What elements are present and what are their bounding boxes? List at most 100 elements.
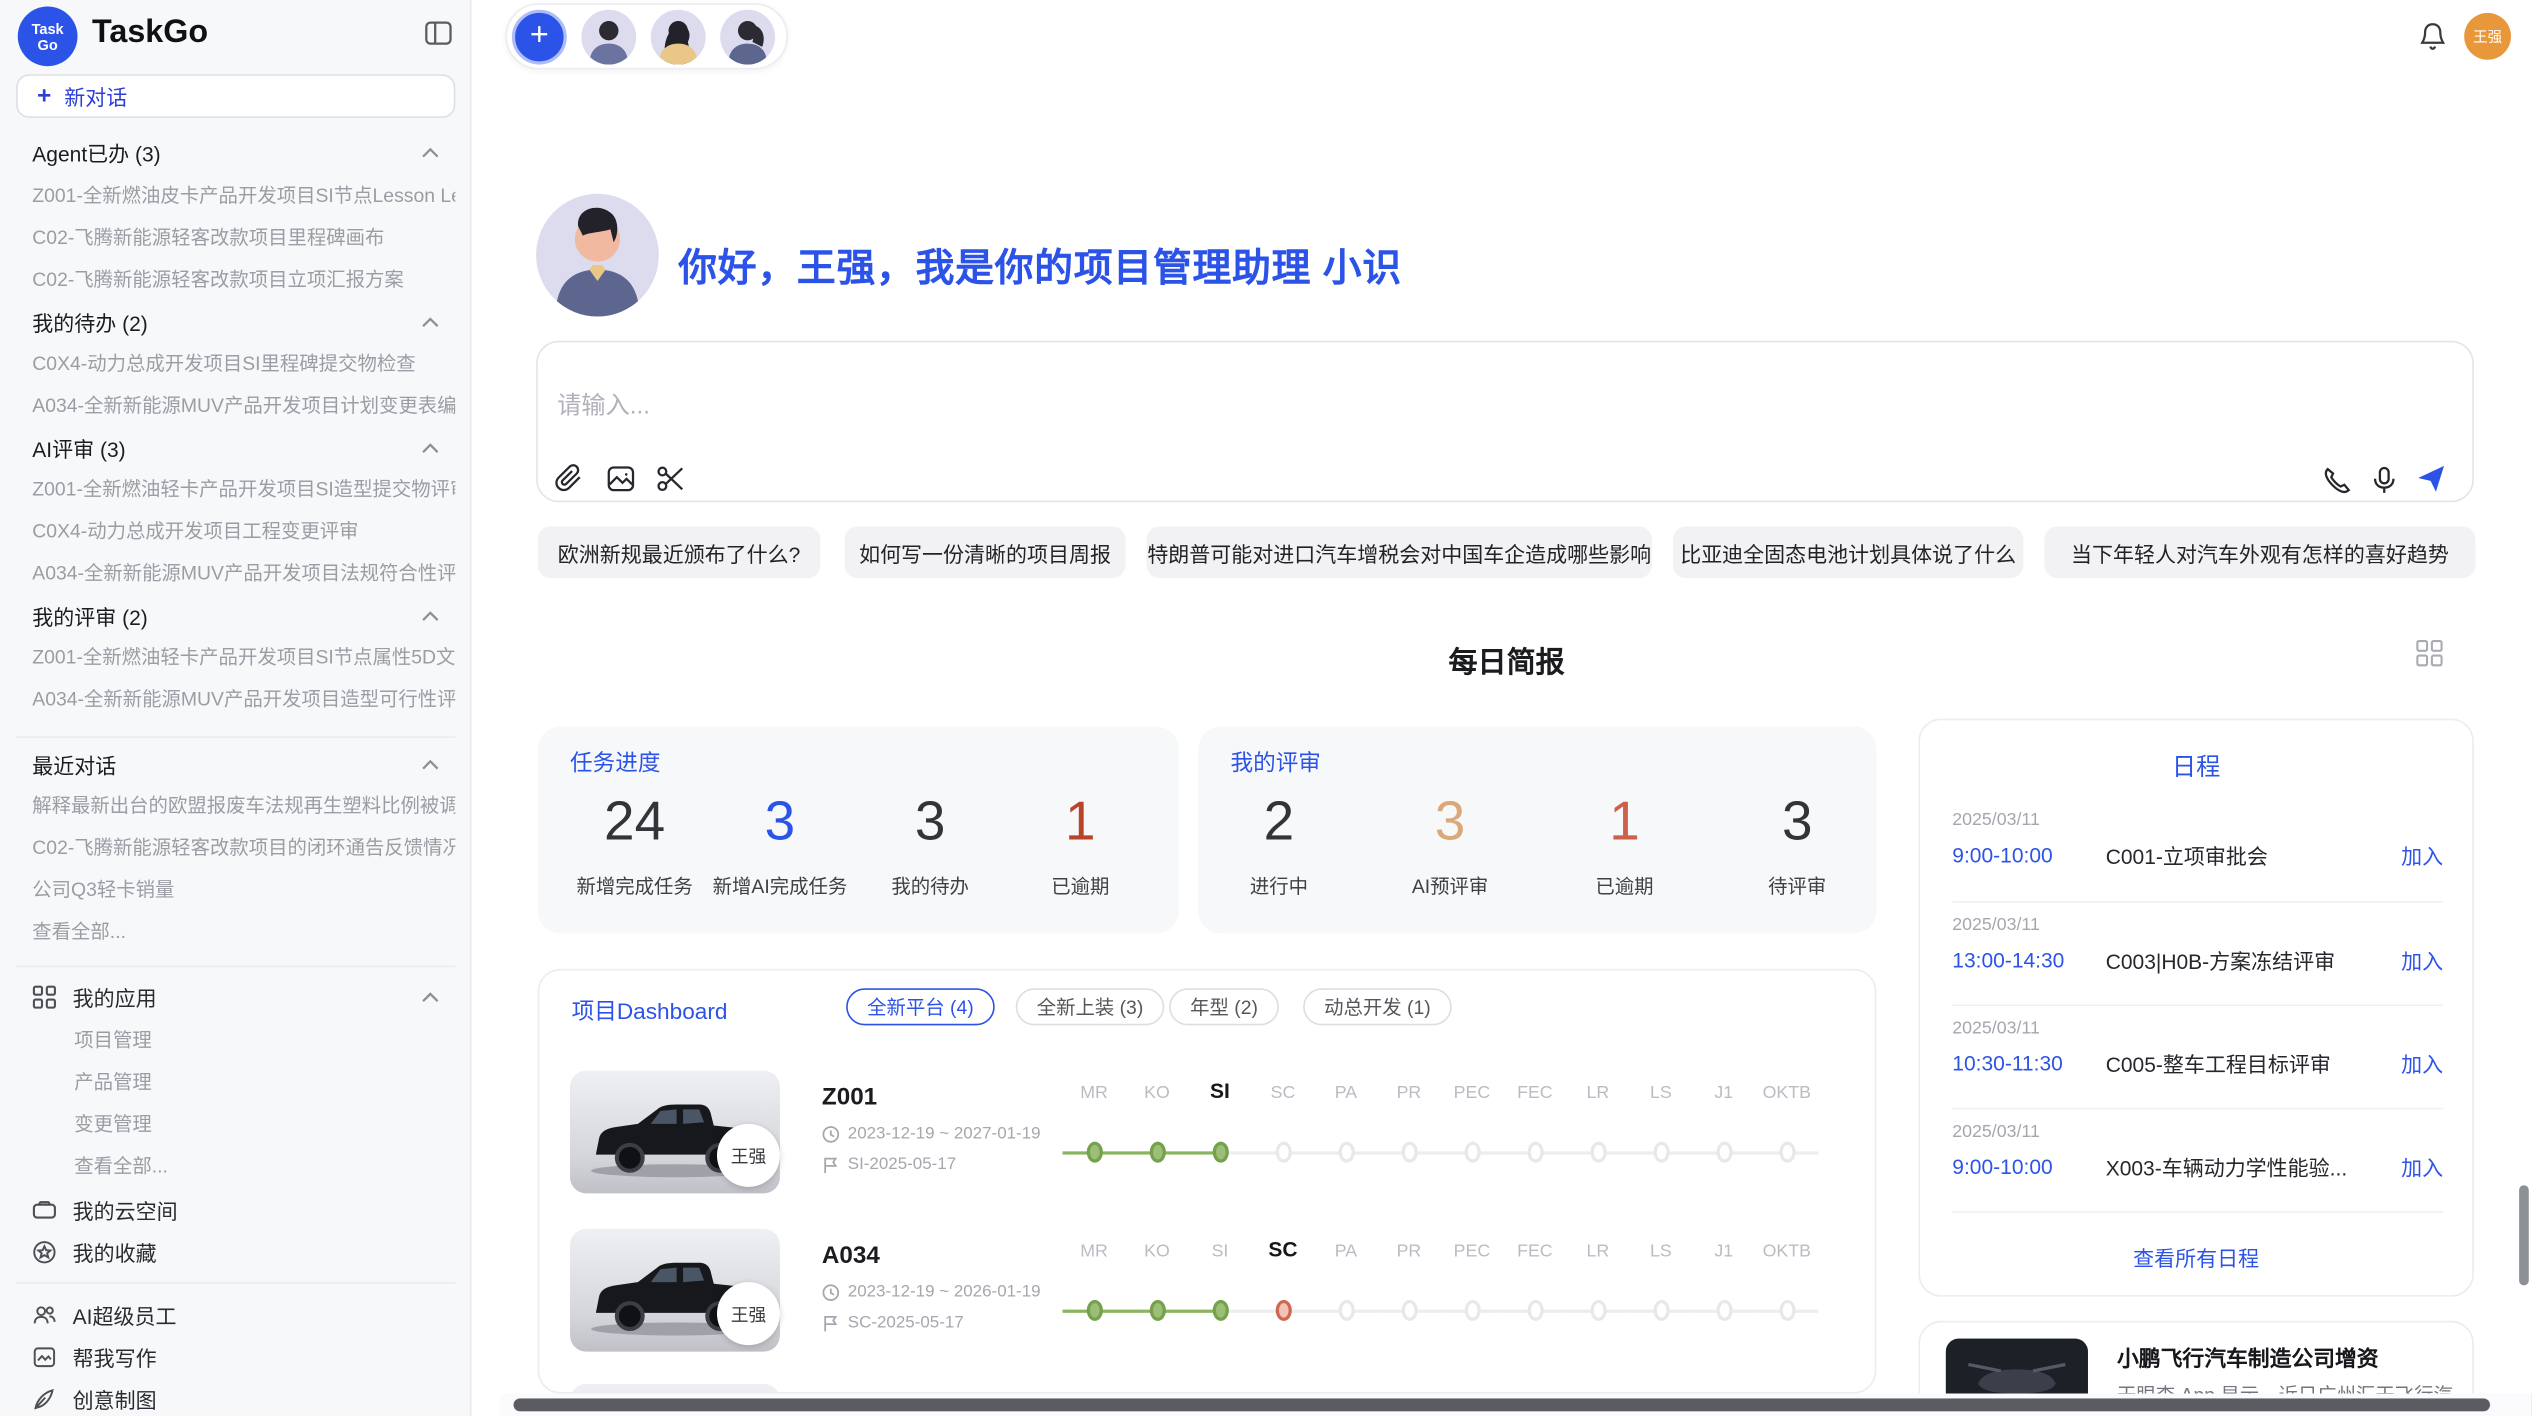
- section-recent-chats[interactable]: 最近对话: [32, 749, 439, 780]
- horizontal-scrollbar-thumb[interactable]: [514, 1398, 2491, 1411]
- milestone-node: [1527, 1300, 1543, 1321]
- microphone-icon[interactable]: [2369, 465, 2400, 496]
- sidebar-item-favorites[interactable]: 我的收藏: [32, 1237, 439, 1268]
- scissors-icon[interactable]: [656, 463, 687, 494]
- sidebar-task-item[interactable]: C0X4-动力总成开发项目SI里程碑提交物检查: [32, 349, 455, 376]
- chevron-up-icon[interactable]: [421, 317, 439, 328]
- sidebar-task-item[interactable]: A034-全新新能源MUV产品开发项目造型可行性评审: [32, 685, 455, 712]
- milestone-KO: KO: [1126, 1242, 1189, 1336]
- stat-label: AI预评审: [1353, 872, 1547, 899]
- section-my-review[interactable]: 我的评审 (2): [32, 601, 439, 632]
- chevron-up-icon[interactable]: [421, 610, 439, 621]
- milestone-label: J1: [1692, 1084, 1755, 1103]
- recent-chat-item[interactable]: 解释最新出台的欧盟报废车法规再生塑料比例被调至15%...: [32, 791, 455, 818]
- new-chat-button[interactable]: + 新对话: [16, 74, 455, 118]
- sidebar-task-item[interactable]: A034-全新新能源MUV产品开发项目计划变更表编写: [32, 391, 455, 418]
- notifications-bell-icon[interactable]: [2417, 21, 2448, 52]
- view-all-chats-link[interactable]: 查看全部...: [32, 917, 455, 944]
- contact-avatar[interactable]: [581, 9, 636, 64]
- app-link-change-mgmt[interactable]: 变更管理: [74, 1109, 445, 1136]
- sidebar-item-my-apps[interactable]: 我的应用: [32, 982, 439, 1013]
- join-link[interactable]: 加入: [2401, 945, 2443, 976]
- sidebar-item-creative-drawing[interactable]: 创意制图: [32, 1384, 439, 1415]
- chat-input[interactable]: [554, 391, 2007, 422]
- phone-call-icon[interactable]: [2322, 465, 2353, 496]
- chat-input-card: [536, 341, 2474, 502]
- chevron-up-icon[interactable]: [421, 147, 439, 158]
- project-vehicle-image: [570, 1384, 780, 1394]
- milestone-node: [1464, 1300, 1480, 1321]
- sidebar-task-item[interactable]: Z001-全新燃油轻卡产品开发项目SI节点属性5D文件评审: [32, 643, 455, 670]
- milestone-label: FEC: [1503, 1084, 1566, 1103]
- sidebar-item-help-me-write[interactable]: 帮我写作: [32, 1342, 439, 1373]
- chevron-up-icon[interactable]: [421, 759, 439, 770]
- section-my-todo[interactable]: 我的待办 (2): [32, 307, 439, 338]
- layout-grid-icon[interactable]: [2416, 639, 2443, 666]
- plus-icon: +: [37, 82, 51, 109]
- sidebar-task-item[interactable]: Z001-全新燃油皮卡产品开发项目SI节点Lesson Learn报告: [32, 181, 455, 208]
- collapse-sidebar-icon[interactable]: [425, 21, 452, 45]
- section-label: 我的评审 (2): [32, 601, 147, 632]
- milestone-label: SI: [1188, 1242, 1251, 1261]
- sidebar-task-item[interactable]: C02-飞腾新能源轻客改款项目立项汇报方案: [32, 265, 455, 292]
- clock-icon: [822, 1125, 840, 1143]
- filter-chip-powertrain[interactable]: 动总开发 (1): [1303, 988, 1452, 1025]
- sidebar-task-item[interactable]: Z001-全新燃油轻卡产品开发项目SI造型提交物评审: [32, 475, 455, 502]
- chevron-up-icon[interactable]: [421, 991, 439, 1002]
- recent-chat-item[interactable]: 公司Q3轻卡销量: [32, 875, 455, 902]
- section-ai-review[interactable]: AI评审 (3): [32, 433, 439, 464]
- image-icon[interactable]: [606, 463, 637, 494]
- contact-avatar[interactable]: [720, 9, 775, 64]
- attachment-icon[interactable]: [554, 463, 585, 494]
- sidebar-item-ai-super-staff[interactable]: AI超级员工: [32, 1300, 439, 1331]
- stat-value: 3: [1700, 785, 1894, 859]
- divider: [1952, 1004, 2443, 1006]
- chevron-up-icon[interactable]: [421, 442, 439, 453]
- milestone-label: PR: [1377, 1242, 1440, 1261]
- suggestion-chip[interactable]: 如何写一份清晰的项目周报: [845, 526, 1126, 578]
- join-link[interactable]: 加入: [2401, 1151, 2443, 1182]
- join-link[interactable]: 加入: [2401, 840, 2443, 871]
- schedule-event: 2025/03/11 9:00-10:00 C001-立项审批会 加入: [1952, 811, 2443, 871]
- milestone-node: [1275, 1300, 1291, 1321]
- contact-avatar[interactable]: [651, 9, 706, 64]
- filter-chip-upfit[interactable]: 全新上装 (3): [1016, 988, 1165, 1025]
- milestone-node: [1338, 1300, 1354, 1321]
- section-label: AI评审 (3): [32, 433, 125, 464]
- section-agent-done[interactable]: Agent已办 (3): [32, 137, 439, 168]
- recent-chat-item[interactable]: C02-飞腾新能源轻客改款项目的闭环通告反馈情况: [32, 833, 455, 860]
- project-code: Z001: [822, 1084, 877, 1111]
- milestone-label: PA: [1314, 1242, 1377, 1261]
- divider: [16, 1282, 455, 1284]
- project-dates-text: 2023-12-19 ~ 2027-01-19: [848, 1124, 1041, 1143]
- dashboard-title: 项目Dashboard: [572, 995, 728, 1027]
- suggestion-chip[interactable]: 特朗普可能对进口汽车增税会对中国车企造成哪些影响: [1147, 526, 1652, 578]
- add-contact-button[interactable]: +: [512, 9, 567, 64]
- app-link-project-mgmt[interactable]: 项目管理: [74, 1025, 445, 1052]
- join-link[interactable]: 加入: [2401, 1048, 2443, 1079]
- filter-chip-platform[interactable]: 全新平台 (4): [846, 988, 995, 1025]
- suggestion-chip[interactable]: 比亚迪全固态电池计划具体说了什么: [1673, 526, 2023, 578]
- sidebar-task-item[interactable]: A034-全新新能源MUV产品开发项目法规符合性评审: [32, 559, 455, 586]
- filter-chip-model-year[interactable]: 年型 (2): [1169, 988, 1279, 1025]
- schedule-card: 日程 2025/03/11 9:00-10:00 C001-立项审批会 加入 2…: [1918, 719, 2473, 1297]
- vertical-scrollbar-thumb[interactable]: [2519, 1185, 2529, 1285]
- view-all-apps-link[interactable]: 查看全部...: [74, 1151, 445, 1178]
- sidebar-task-item[interactable]: C0X4-动力总成开发项目工程变更评审: [32, 517, 455, 544]
- suggestion-chip[interactable]: 欧洲新规最近颁布了什么?: [538, 526, 821, 578]
- app-link-product-mgmt[interactable]: 产品管理: [74, 1067, 445, 1094]
- divider: [16, 736, 455, 738]
- view-all-schedule-link[interactable]: 查看所有日程: [1920, 1242, 2472, 1273]
- event-name: C001-立项审批会: [2106, 840, 2401, 871]
- milestone-label: LR: [1566, 1084, 1629, 1103]
- my-apps-label: 我的应用: [73, 982, 157, 1013]
- section-label: 我的待办 (2): [32, 307, 147, 338]
- event-name: C003|H0B-方案冻结评审: [2106, 945, 2401, 976]
- sidebar-task-item[interactable]: C02-飞腾新能源轻客改款项目里程碑画布: [32, 223, 455, 250]
- milestone-node: [1779, 1300, 1795, 1321]
- suggestion-chip[interactable]: 当下年轻人对汽车外观有怎样的喜好趋势: [2044, 526, 2475, 578]
- user-avatar[interactable]: 王强: [2464, 13, 2511, 60]
- milestone-SI: SI: [1188, 1242, 1251, 1336]
- sidebar-item-cloud-space[interactable]: 我的云空间: [32, 1195, 439, 1226]
- send-icon[interactable]: [2416, 463, 2447, 494]
